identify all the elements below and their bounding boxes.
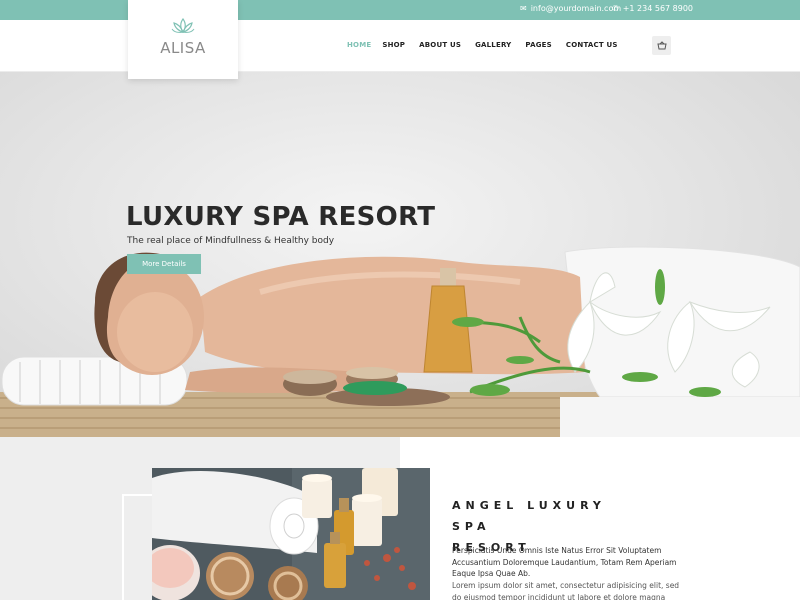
lotus-icon — [171, 18, 195, 34]
basket-icon — [656, 41, 667, 50]
hero-subtitle: The real place of Mindfullness & Healthy… — [127, 236, 335, 246]
about-title-line1: ANGEL LUXURY SPA — [452, 499, 606, 533]
about-section: ANGEL LUXURY SPA RESORT Perspiciatis Und… — [0, 437, 800, 600]
spa-products-image — [152, 468, 430, 600]
about-paragraph-2: Lorem ipsum dolor sit amet, consectetur … — [452, 581, 680, 600]
nav-pages[interactable]: PAGES — [525, 41, 551, 49]
main-nav: HOME SHOP ABOUT US GALLERY PAGES CONTACT… — [347, 41, 618, 49]
email-contact[interactable]: ✉ info@yourdomain.com — [520, 4, 621, 13]
about-paragraph-1: Perspiciatis Unde Omnis Iste Natus Error… — [452, 546, 677, 578]
phone-text: +1 234 567 8900 — [622, 4, 694, 13]
nav-shop[interactable]: SHOP — [382, 41, 405, 49]
hero-title: LUXURY SPA RESORT — [126, 202, 436, 232]
nav-gallery[interactable]: GALLERY — [475, 41, 511, 49]
spa-hero-image — [0, 246, 800, 437]
hero-banner: LUXURY SPA RESORT The real place of Mind… — [0, 72, 800, 437]
top-contact-bar: ✉ info@yourdomain.com ✆ +1 234 567 8900 — [0, 0, 800, 20]
logo[interactable]: ALISA — [128, 0, 238, 79]
decorative-frame — [122, 494, 154, 600]
email-text: info@yourdomain.com — [530, 4, 622, 13]
envelope-icon: ✉ — [520, 4, 527, 13]
nav-home[interactable]: HOME — [347, 41, 371, 49]
phone-icon: ✆ — [612, 4, 619, 13]
brand-name: ALISA — [160, 39, 206, 57]
cart-button[interactable] — [652, 36, 671, 55]
nav-contact-us[interactable]: CONTACT US — [566, 41, 618, 49]
phone-contact[interactable]: ✆ +1 234 567 8900 — [612, 4, 693, 13]
more-details-button[interactable]: More Details — [127, 254, 201, 274]
nav-about-us[interactable]: ABOUT US — [419, 41, 461, 49]
site-header: HOME SHOP ABOUT US GALLERY PAGES CONTACT… — [0, 20, 800, 72]
